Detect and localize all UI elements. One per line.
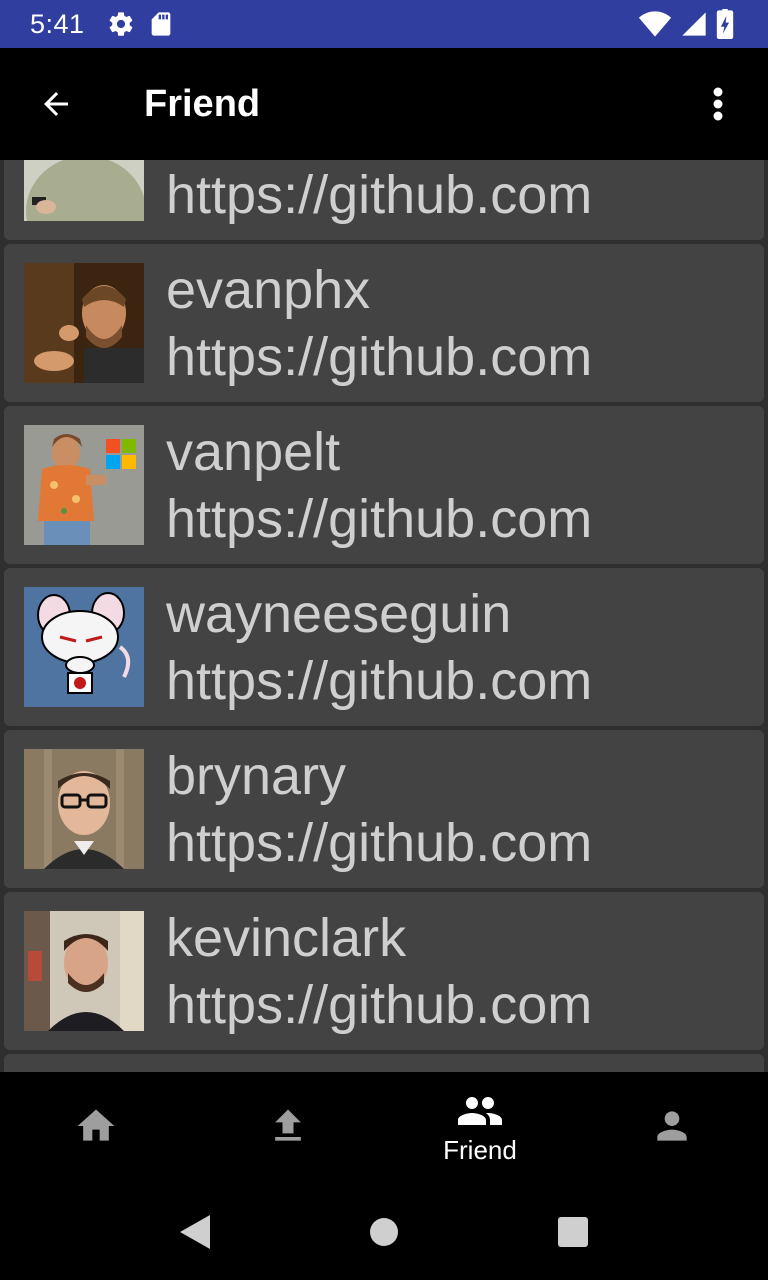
cell-signal-icon: [680, 10, 708, 38]
system-navigation-bar: [0, 1184, 768, 1280]
list-item[interactable]: https://github.com: [4, 160, 764, 240]
list-item[interactable]: wayneeseguin https://github.com: [4, 568, 764, 726]
avatar-evanphx: [24, 263, 144, 383]
friend-name: brynary: [166, 746, 347, 806]
arrow-back-icon: [44, 92, 68, 116]
friend-name: wayneeseguin: [166, 584, 512, 644]
home-circle-icon: [369, 1218, 398, 1246]
avatar-kevinclark: [24, 911, 144, 1031]
settings-icon: [107, 10, 135, 38]
system-recents-button[interactable]: [533, 1192, 613, 1272]
overflow-menu-button[interactable]: [668, 48, 768, 160]
avatar-wayneeseguin: [24, 587, 144, 707]
home-icon: [77, 1109, 115, 1141]
battery-icon: [716, 9, 734, 39]
list-item[interactable]: [4, 1054, 764, 1072]
friend-list[interactable]: https://github.com evanphx https://githu…: [0, 160, 768, 1072]
friend-url[interactable]: https://github.com: [166, 162, 592, 228]
list-item[interactable]: brynary https://github.com: [4, 730, 764, 888]
sd-card-icon: [149, 10, 173, 38]
list-item[interactable]: vanpelt https://github.com: [4, 406, 764, 564]
list-item[interactable]: kevinclark https://github.com: [4, 892, 764, 1050]
recents-square-icon: [558, 1217, 589, 1247]
system-back-button[interactable]: [155, 1192, 235, 1272]
page-title: Friend: [144, 82, 261, 125]
bottom-navigation: Friend: [0, 1072, 768, 1184]
nav-friend[interactable]: Friend: [384, 1072, 576, 1184]
nav-label: Friend: [443, 1134, 517, 1165]
nav-upload[interactable]: [192, 1072, 384, 1184]
status-time: 5:41: [30, 8, 85, 39]
app-bar: Friend: [0, 48, 768, 160]
friend-url[interactable]: https://github.com: [166, 486, 592, 552]
friend-name: kevinclark: [166, 908, 407, 968]
friend-url[interactable]: https://github.com: [166, 810, 592, 876]
more-vert-icon: [713, 87, 723, 121]
back-triangle-icon: [179, 1215, 210, 1249]
friend-url[interactable]: https://github.com: [166, 324, 592, 390]
friend-url[interactable]: https://github.com: [166, 972, 592, 1038]
avatar-partial: [24, 160, 144, 221]
people-icon: [458, 1096, 502, 1125]
list-item[interactable]: evanphx https://github.com: [4, 244, 764, 402]
friend-name: evanphx: [166, 260, 371, 320]
avatar-vanpelt: [24, 425, 144, 545]
system-home-button[interactable]: [344, 1192, 424, 1272]
status-bar: 5:41: [0, 0, 768, 48]
upload-icon: [275, 1109, 301, 1141]
friend-name: vanpelt: [166, 422, 341, 482]
friend-url[interactable]: https://github.com: [166, 648, 592, 714]
back-button[interactable]: [0, 48, 112, 160]
avatar-brynary: [24, 749, 144, 869]
nav-profile[interactable]: [576, 1072, 768, 1184]
nav-home[interactable]: [0, 1072, 192, 1184]
wifi-icon: [638, 10, 672, 38]
person-icon: [657, 1111, 687, 1141]
